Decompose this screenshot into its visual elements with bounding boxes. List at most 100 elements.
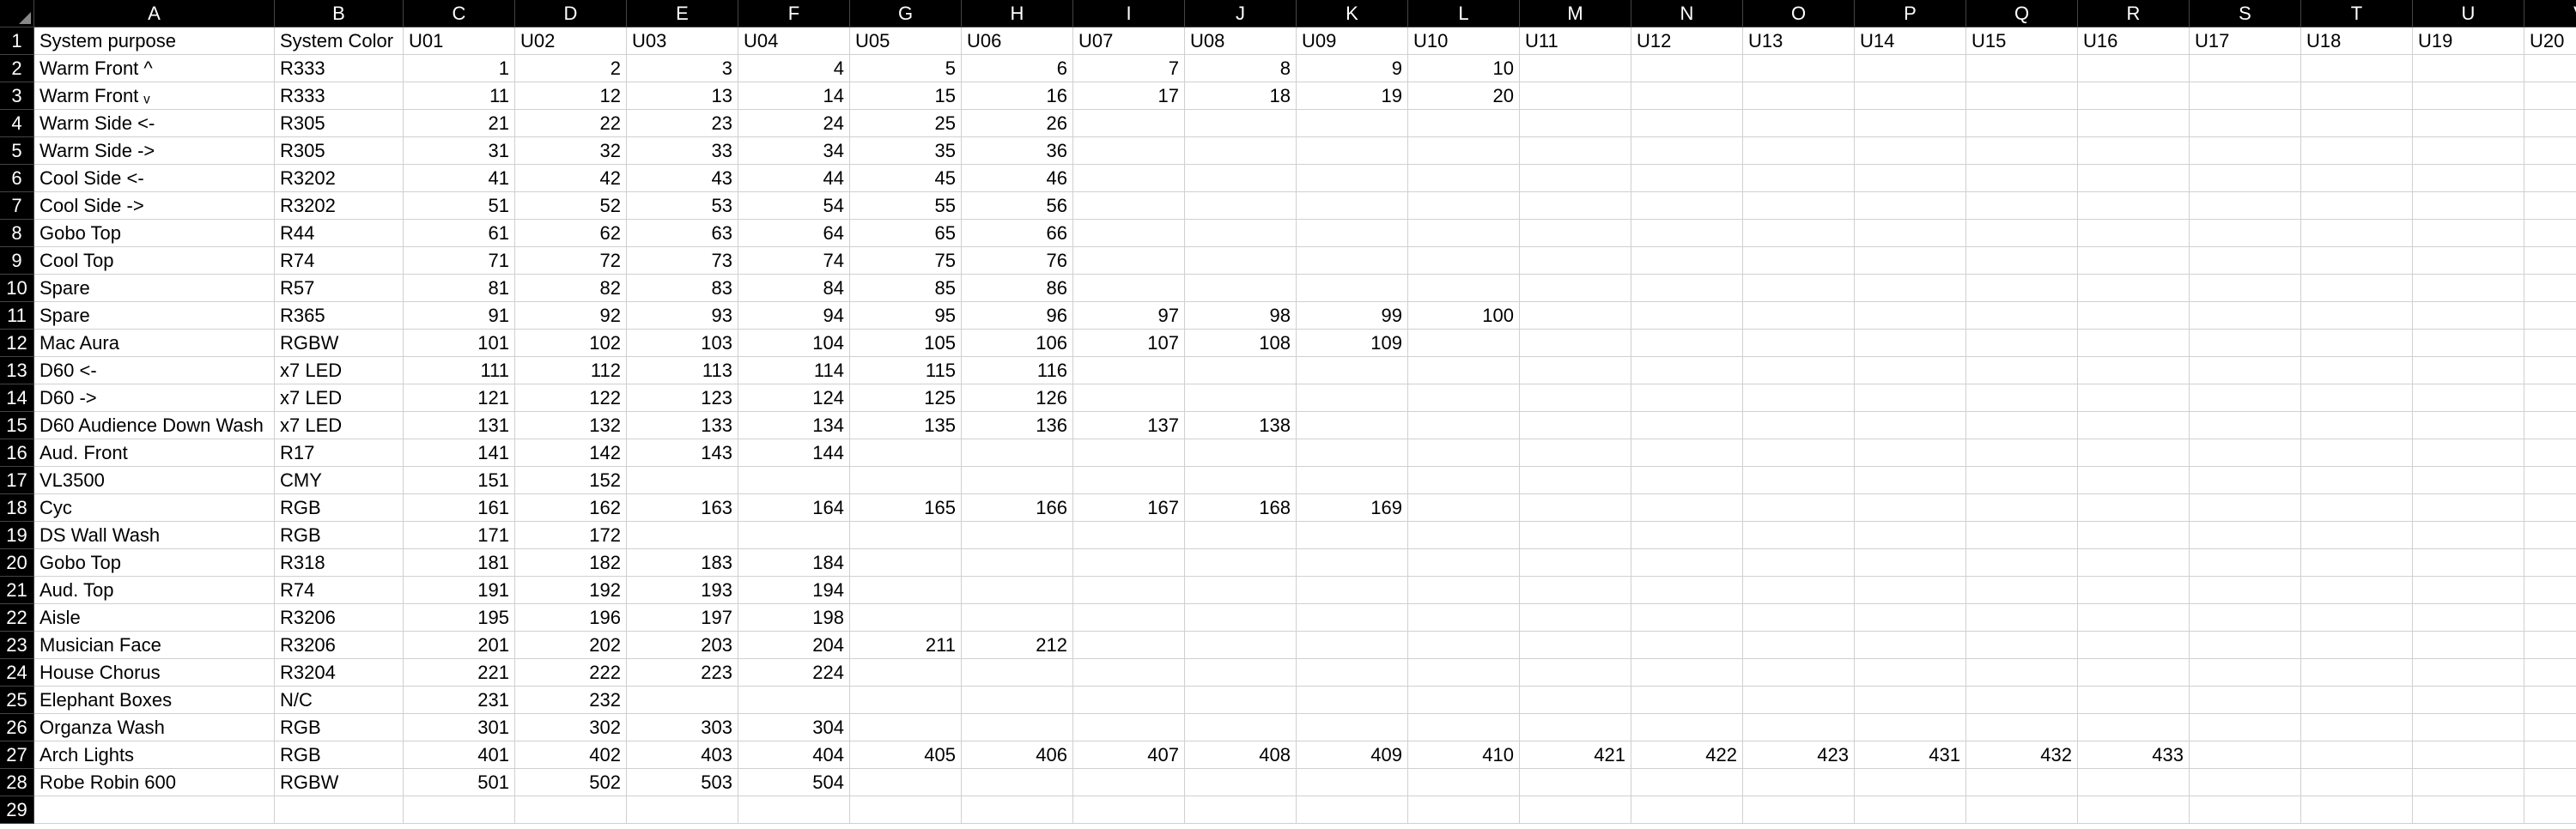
cell-B15[interactable]: x7 LED xyxy=(275,412,404,439)
cell-Q15[interactable] xyxy=(1966,412,2078,439)
cell-V14[interactable] xyxy=(2524,384,2576,412)
cell-U26[interactable] xyxy=(2413,714,2524,741)
cell-Q9[interactable] xyxy=(1966,247,2078,275)
cell-C9[interactable]: 71 xyxy=(404,247,515,275)
cell-M10[interactable] xyxy=(1520,275,1631,302)
cell-B20[interactable]: R318 xyxy=(275,549,404,577)
cell-C5[interactable]: 31 xyxy=(404,137,515,165)
cell-B14[interactable]: x7 LED xyxy=(275,384,404,412)
cell-H1[interactable]: U06 xyxy=(962,27,1073,55)
cell-H24[interactable] xyxy=(962,659,1073,687)
cell-U15[interactable] xyxy=(2413,412,2524,439)
cell-D5[interactable]: 32 xyxy=(515,137,627,165)
cell-F23[interactable]: 204 xyxy=(738,632,850,659)
cell-B13[interactable]: x7 LED xyxy=(275,357,404,384)
spreadsheet-grid[interactable]: ABCDEFGHIJKLMNOPQRSTUV1System purposeSys… xyxy=(0,0,2576,824)
cell-R20[interactable] xyxy=(2078,549,2190,577)
cell-B4[interactable]: R305 xyxy=(275,110,404,137)
cell-M9[interactable] xyxy=(1520,247,1631,275)
cell-S11[interactable] xyxy=(2190,302,2301,330)
cell-F15[interactable]: 134 xyxy=(738,412,850,439)
cell-U29[interactable] xyxy=(2413,796,2524,824)
cell-E24[interactable]: 223 xyxy=(627,659,738,687)
cell-S10[interactable] xyxy=(2190,275,2301,302)
cell-N29[interactable] xyxy=(1631,796,1743,824)
cell-M2[interactable] xyxy=(1520,55,1631,82)
cell-L4[interactable] xyxy=(1408,110,1520,137)
cell-D3[interactable]: 12 xyxy=(515,82,627,110)
cell-P6[interactable] xyxy=(1855,165,1966,192)
cell-B1[interactable]: System Color xyxy=(275,27,404,55)
cell-C4[interactable]: 21 xyxy=(404,110,515,137)
cell-M4[interactable] xyxy=(1520,110,1631,137)
cell-K6[interactable] xyxy=(1297,165,1408,192)
cell-J26[interactable] xyxy=(1185,714,1297,741)
cell-K18[interactable]: 169 xyxy=(1297,494,1408,522)
cell-H2[interactable]: 6 xyxy=(962,55,1073,82)
row-header-1[interactable]: 1 xyxy=(0,27,34,55)
cell-K3[interactable]: 19 xyxy=(1297,82,1408,110)
cell-L16[interactable] xyxy=(1408,439,1520,467)
cell-K1[interactable]: U09 xyxy=(1297,27,1408,55)
row-header-11[interactable]: 11 xyxy=(0,302,34,330)
cell-L2[interactable]: 10 xyxy=(1408,55,1520,82)
cell-D7[interactable]: 52 xyxy=(515,192,627,220)
cell-F29[interactable] xyxy=(738,796,850,824)
cell-G1[interactable]: U05 xyxy=(850,27,962,55)
cell-N13[interactable] xyxy=(1631,357,1743,384)
cell-T2[interactable] xyxy=(2301,55,2413,82)
cell-I7[interactable] xyxy=(1073,192,1185,220)
cell-U7[interactable] xyxy=(2413,192,2524,220)
cell-U12[interactable] xyxy=(2413,330,2524,357)
cell-V22[interactable] xyxy=(2524,604,2576,632)
cell-S28[interactable] xyxy=(2190,769,2301,796)
cell-E7[interactable]: 53 xyxy=(627,192,738,220)
cell-G16[interactable] xyxy=(850,439,962,467)
cell-N17[interactable] xyxy=(1631,467,1743,494)
cell-C15[interactable]: 131 xyxy=(404,412,515,439)
row-header-16[interactable]: 16 xyxy=(0,439,34,467)
cell-T12[interactable] xyxy=(2301,330,2413,357)
cell-E6[interactable]: 43 xyxy=(627,165,738,192)
cell-U13[interactable] xyxy=(2413,357,2524,384)
cell-J25[interactable] xyxy=(1185,687,1297,714)
cell-K4[interactable] xyxy=(1297,110,1408,137)
cell-F26[interactable]: 304 xyxy=(738,714,850,741)
cell-M8[interactable] xyxy=(1520,220,1631,247)
cell-H9[interactable]: 76 xyxy=(962,247,1073,275)
cell-P18[interactable] xyxy=(1855,494,1966,522)
cell-A25[interactable]: Elephant Boxes xyxy=(34,687,275,714)
column-header-L[interactable]: L xyxy=(1408,0,1520,27)
cell-H5[interactable]: 36 xyxy=(962,137,1073,165)
cell-D24[interactable]: 222 xyxy=(515,659,627,687)
cell-I19[interactable] xyxy=(1073,522,1185,549)
cell-C17[interactable]: 151 xyxy=(404,467,515,494)
cell-A26[interactable]: Organza Wash xyxy=(34,714,275,741)
cell-L20[interactable] xyxy=(1408,549,1520,577)
cell-L24[interactable] xyxy=(1408,659,1520,687)
cell-E29[interactable] xyxy=(627,796,738,824)
cell-T10[interactable] xyxy=(2301,275,2413,302)
row-header-21[interactable]: 21 xyxy=(0,577,34,604)
cell-B11[interactable]: R365 xyxy=(275,302,404,330)
cell-A16[interactable]: Aud. Front xyxy=(34,439,275,467)
cell-H7[interactable]: 56 xyxy=(962,192,1073,220)
cell-H13[interactable]: 116 xyxy=(962,357,1073,384)
cell-P25[interactable] xyxy=(1855,687,1966,714)
column-header-K[interactable]: K xyxy=(1297,0,1408,27)
cell-F9[interactable]: 74 xyxy=(738,247,850,275)
cell-P5[interactable] xyxy=(1855,137,1966,165)
cell-R26[interactable] xyxy=(2078,714,2190,741)
cell-Q16[interactable] xyxy=(1966,439,2078,467)
cell-S22[interactable] xyxy=(2190,604,2301,632)
cell-D10[interactable]: 82 xyxy=(515,275,627,302)
cell-J12[interactable]: 108 xyxy=(1185,330,1297,357)
cell-Q29[interactable] xyxy=(1966,796,2078,824)
cell-T25[interactable] xyxy=(2301,687,2413,714)
cell-Q13[interactable] xyxy=(1966,357,2078,384)
cell-J22[interactable] xyxy=(1185,604,1297,632)
cell-B26[interactable]: RGB xyxy=(275,714,404,741)
cell-G18[interactable]: 165 xyxy=(850,494,962,522)
cell-K12[interactable]: 109 xyxy=(1297,330,1408,357)
cell-R24[interactable] xyxy=(2078,659,2190,687)
